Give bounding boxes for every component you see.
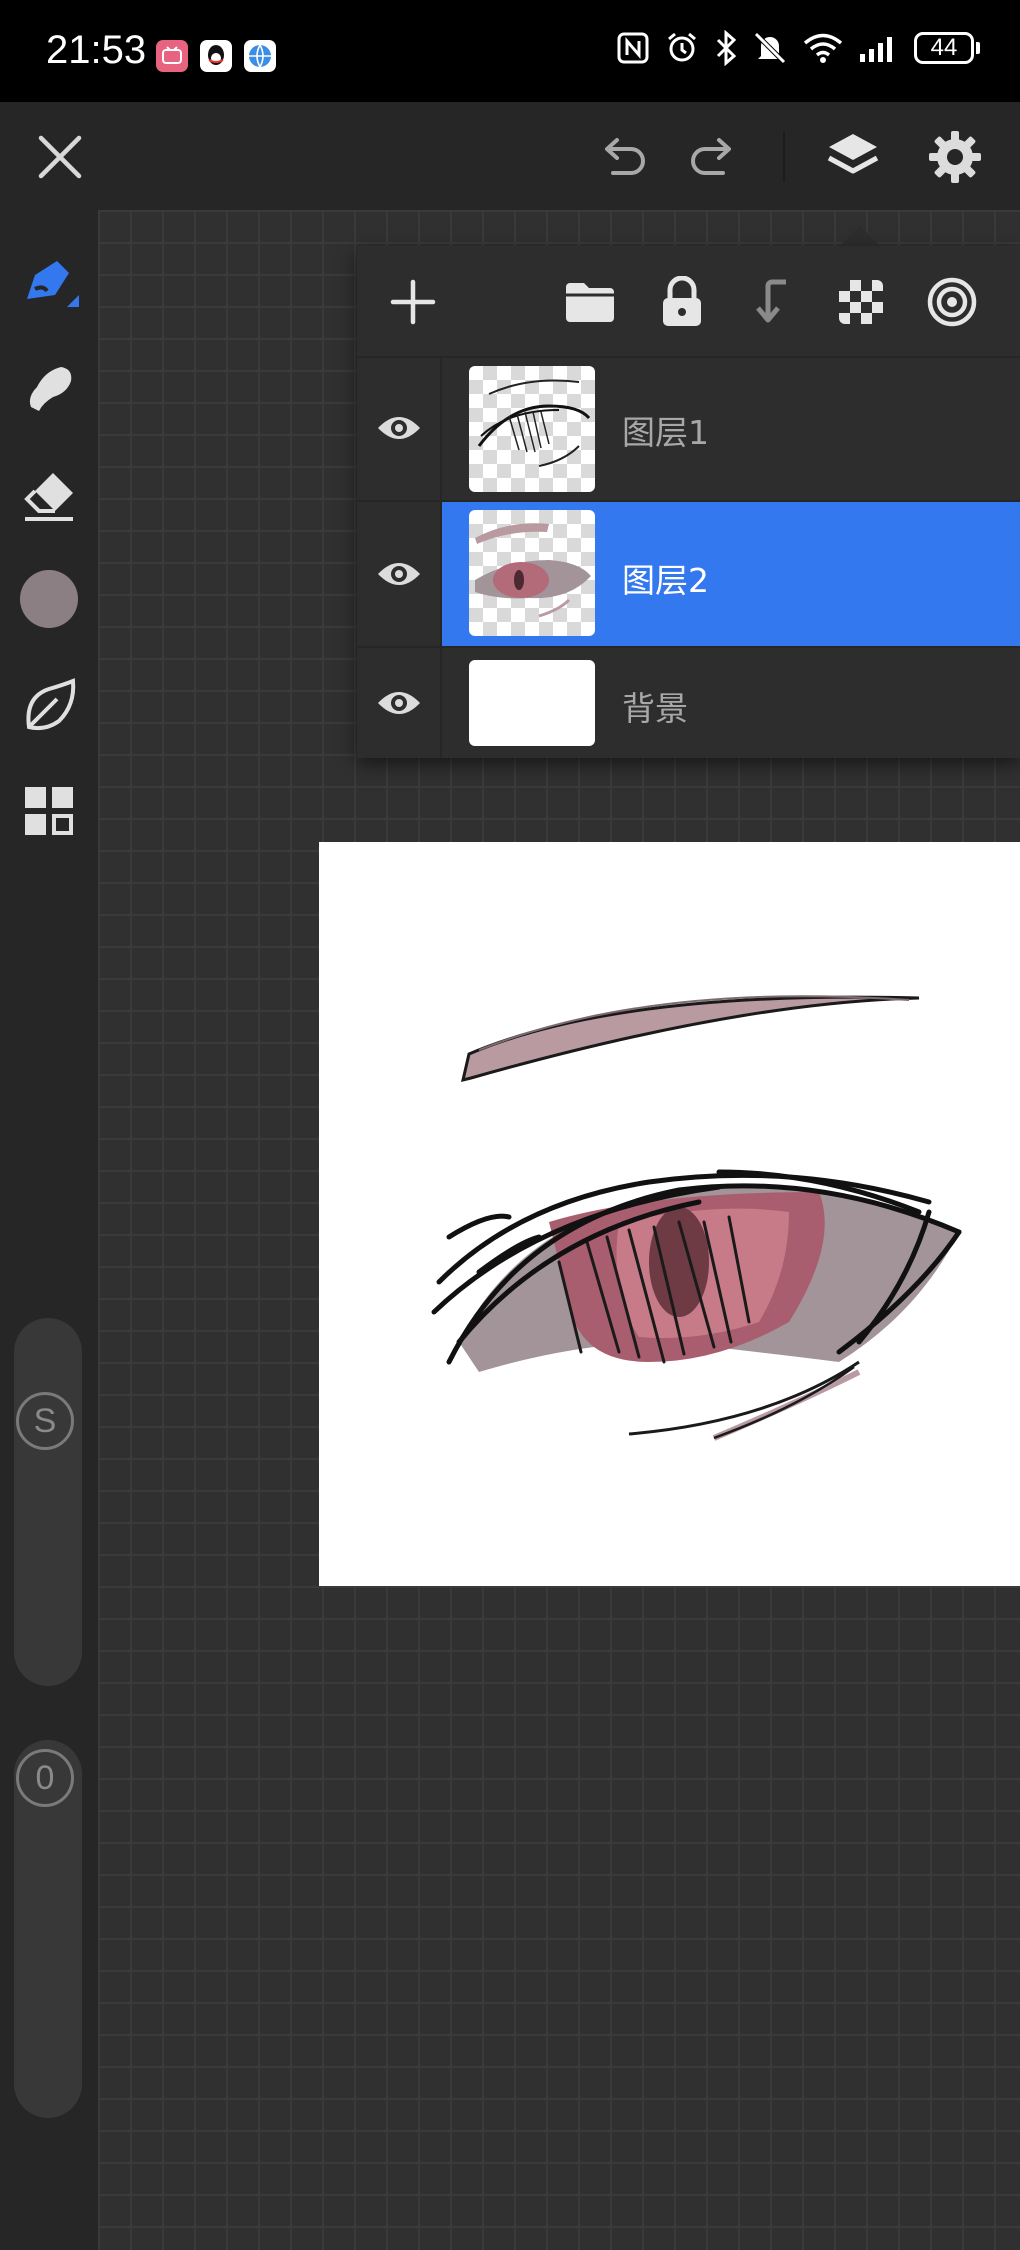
leaf-tool-button[interactable] [14,670,84,740]
left-toolbar: S 0 [0,210,98,2250]
new-folder-button[interactable] [560,272,620,332]
folder-icon [566,283,614,322]
layer-name: 图层1 [622,413,709,452]
color-swatch [20,570,78,628]
layer-content[interactable]: 背景 [442,648,1020,758]
merge-down-icon [756,279,786,323]
merge-down-button[interactable] [742,272,802,332]
alarm-icon [668,32,696,62]
color-picker-button[interactable] [14,564,84,634]
toolbar-divider [783,132,785,182]
browser-icon [244,40,276,72]
eye-icon [377,417,420,439]
lock-layer-button[interactable] [652,272,712,332]
smudge-tool-button[interactable] [14,352,84,422]
mute-icon [754,32,786,64]
gear-icon [929,131,981,183]
signal-icon [860,37,892,62]
nfc-icon [617,32,649,64]
drawing-sheet[interactable] [319,842,1020,1586]
layer-thumbnail [469,660,595,746]
layer-content[interactable]: 图层2 [442,502,1020,646]
close-icon [38,135,82,179]
add-layer-button[interactable] [383,272,443,332]
pen-tool-button[interactable] [14,246,84,316]
alpha-lock-button[interactable] [831,272,891,332]
layer-row-1[interactable]: 图层1 [357,356,1020,500]
eye-icon [377,563,420,585]
redo-icon [691,138,731,175]
settings-button[interactable] [922,124,988,190]
brush-opacity-knob[interactable]: 0 [16,1749,74,1807]
layer-visibility-toggle[interactable] [357,356,442,500]
layer-thumbnail [469,366,595,492]
wifi-icon [803,33,843,63]
eraser-tool-button[interactable] [14,460,84,530]
qq-icon [200,40,232,72]
leaf-icon [26,678,76,731]
top-toolbar [0,102,1020,210]
battery-level: 44 [914,32,974,64]
brush-size-slider[interactable] [14,1318,82,1686]
brush-size-knob[interactable]: S [16,1392,74,1450]
undo-icon [605,138,645,175]
bluetooth-icon [716,30,737,66]
layer-name: 图层2 [622,561,709,600]
transparency-icon [839,280,883,324]
layer-row-2[interactable]: 图层2 [357,502,1020,646]
add-icon [390,279,436,325]
layer-content[interactable]: 图层1 [442,356,1020,500]
layer-visibility-toggle[interactable] [357,648,442,758]
bilibili-icon [156,40,188,72]
layer-row-background[interactable]: 背景 [357,648,1020,758]
blend-mode-button[interactable] [922,272,982,332]
layers-panel: 图层1 图层2 背景 [357,246,1020,758]
more-tools-button[interactable] [14,776,84,846]
grid-icon [25,787,73,835]
smudge-icon [29,367,72,411]
layers-button[interactable] [820,124,886,190]
layer-name: 背景 [622,689,688,728]
blend-icon [927,277,977,327]
eye-icon [377,692,420,714]
undo-button[interactable] [590,124,656,190]
status-bar: 21:53 44 [0,0,1020,102]
clock: 21:53 [46,28,147,72]
layer-visibility-toggle[interactable] [357,502,442,646]
eraser-icon [24,473,73,521]
lock-icon [663,276,701,326]
pen-icon [27,261,79,307]
layers-icon [827,134,879,174]
eye-artwork [431,995,962,1441]
layers-panel-caret [840,226,880,246]
redo-button[interactable] [680,124,746,190]
close-button[interactable] [27,124,93,190]
status-indicators: 44 [616,30,980,66]
layer-thumbnail [469,510,595,636]
layers-toolbar [357,246,1020,358]
battery-indicator: 44 [914,32,980,64]
